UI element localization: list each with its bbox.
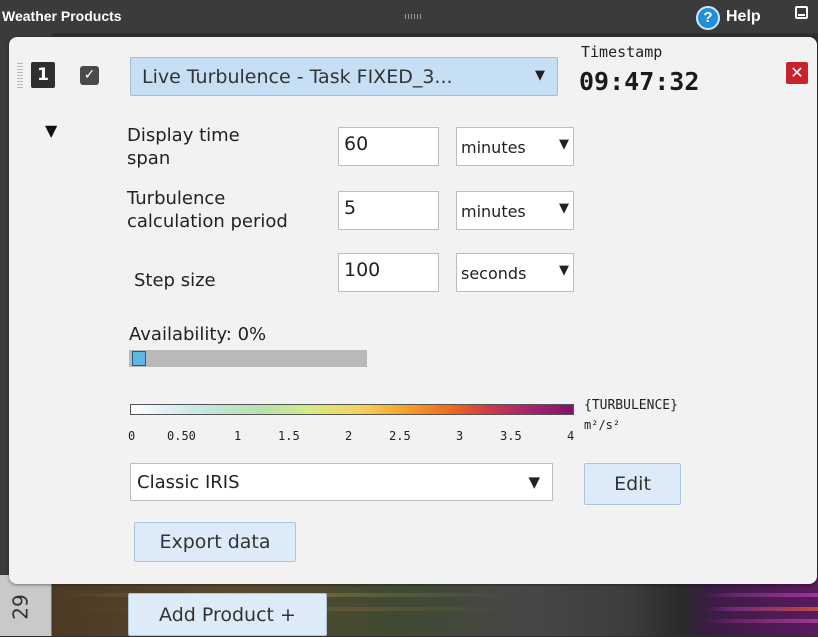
help-icon[interactable]: ? xyxy=(696,6,720,30)
colorbar-tick: 0.50 xyxy=(167,429,196,443)
colorbar-tick: 1.5 xyxy=(278,429,300,443)
product-index-badge: 1 xyxy=(31,62,55,88)
time-ruler: 29 xyxy=(0,575,52,636)
timestamp-label: Timestamp xyxy=(581,43,663,61)
product-visible-checkbox[interactable]: ✓ xyxy=(80,66,99,85)
turbulence-period-input[interactable]: 5 xyxy=(338,191,439,230)
colorbar-tick: 2.5 xyxy=(389,429,411,443)
product-select[interactable]: Live Turbulence - Task FIXED_3... ▼ xyxy=(130,57,558,96)
chevron-down-icon: ▼ xyxy=(528,473,540,491)
ruler-label: 29 xyxy=(8,594,33,620)
expand-collapse-icon[interactable]: ▼ xyxy=(45,121,57,140)
export-data-button[interactable]: Export data xyxy=(134,522,296,562)
chevron-down-icon: ▼ xyxy=(557,263,569,278)
minimize-icon[interactable] xyxy=(795,6,808,19)
display-time-span-unit-select[interactable]: minutes ▼ xyxy=(456,127,574,166)
availability-slider-handle[interactable] xyxy=(132,351,146,366)
label-line: Display time xyxy=(127,125,240,146)
timestamp-value: 09:47:32 xyxy=(579,67,700,96)
colorbar-tick: 0 xyxy=(128,429,136,443)
palette-select-value: Classic IRIS xyxy=(137,472,240,493)
close-product-button[interactable]: ✕ xyxy=(786,62,808,84)
colorbar-tick: 4 xyxy=(567,429,575,443)
colorbar-tick: 1 xyxy=(234,429,242,443)
window-title: Weather Products xyxy=(2,8,122,24)
unit-select-value: minutes xyxy=(461,202,526,221)
turbulence-color-bar xyxy=(130,404,574,415)
unit-select-value: seconds xyxy=(461,264,527,283)
label-line: span xyxy=(127,148,171,169)
turbulence-period-unit-select[interactable]: minutes ▼ xyxy=(456,191,574,230)
palette-select[interactable]: Classic IRIS ▼ xyxy=(130,463,553,501)
availability-label: Availability: 0% xyxy=(129,324,267,345)
colorbar-tick: 3 xyxy=(456,429,464,443)
availability-slider[interactable] xyxy=(129,350,367,367)
display-time-span-input[interactable]: 60 xyxy=(338,127,439,166)
colorbar-tick: 3.5 xyxy=(500,429,522,443)
label-line: Turbulence xyxy=(127,188,226,209)
product-select-value: Live Turbulence - Task FIXED_3... xyxy=(142,66,453,88)
drag-grip-icon[interactable] xyxy=(405,14,421,19)
help-link[interactable]: Help xyxy=(726,8,761,26)
add-product-button[interactable]: Add Product + xyxy=(128,593,327,636)
edit-palette-button[interactable]: Edit xyxy=(584,463,681,505)
label-line: calculation period xyxy=(127,211,288,232)
step-size-unit-select[interactable]: seconds ▼ xyxy=(456,253,574,292)
product-panel: 1 ✓ Live Turbulence - Task FIXED_3... ▼ … xyxy=(9,37,817,584)
chevron-down-icon: ▼ xyxy=(557,137,569,152)
display-time-span-label: Display time span xyxy=(127,124,240,170)
step-size-input[interactable]: 100 xyxy=(338,253,439,292)
colorbar-variable-name: {TURBULENCE} xyxy=(584,398,678,413)
chevron-down-icon: ▼ xyxy=(557,201,569,216)
turbulence-period-label: Turbulence calculation period xyxy=(127,187,288,233)
unit-select-value: minutes xyxy=(461,138,526,157)
colorbar-unit: m²/s² xyxy=(584,418,621,432)
window-titlebar[interactable]: Weather Products ? Help xyxy=(0,0,818,33)
step-size-label: Step size xyxy=(134,270,216,291)
row-drag-handle-icon[interactable] xyxy=(17,63,23,89)
chevron-down-icon: ▼ xyxy=(535,68,545,83)
colorbar-tick: 2 xyxy=(345,429,353,443)
